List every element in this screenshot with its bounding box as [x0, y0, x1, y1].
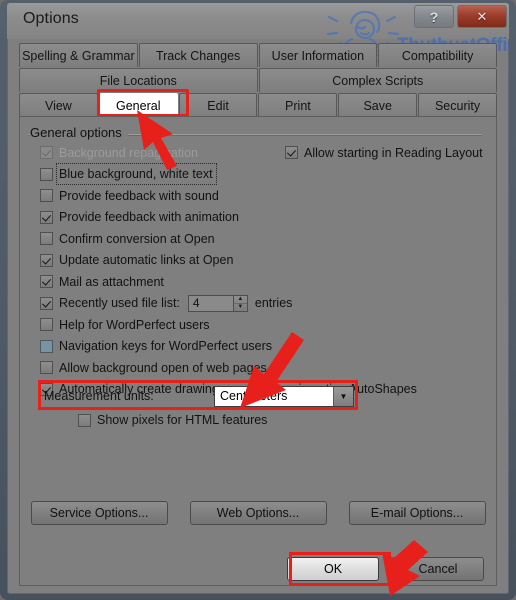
- recent-files-input[interactable]: 4: [187, 294, 234, 312]
- option-feedback-animation[interactable]: Provide feedback with animation: [40, 208, 290, 227]
- options-list: Background repagination Blue background,…: [40, 143, 417, 401]
- checkbox-background-repagination[interactable]: [40, 146, 53, 159]
- option-label: Allow background open of web pages: [59, 360, 267, 375]
- checkbox-confirm-conversion[interactable]: [40, 232, 53, 245]
- cancel-button[interactable]: Cancel: [392, 557, 484, 581]
- tab-complex-scripts[interactable]: Complex Scripts: [258, 68, 497, 92]
- option-feedback-sound[interactable]: Provide feedback with sound: [40, 186, 290, 205]
- service-options-button[interactable]: Service Options...: [30, 501, 168, 525]
- dialog-buttons-row: OK Cancel: [287, 557, 484, 581]
- web-options-button[interactable]: Web Options...: [189, 501, 327, 525]
- entries-label: entries: [254, 296, 293, 310]
- option-label: Update automatic links at Open: [59, 253, 234, 267]
- tab-general[interactable]: General: [98, 93, 178, 117]
- tab-spelling-grammar[interactable]: Spelling & Grammar: [19, 43, 138, 67]
- tab-track-changes[interactable]: Track Changes: [138, 43, 258, 67]
- checkbox-recently-used-files[interactable]: [40, 296, 53, 310]
- tab-row-2: File Locations Complex Scripts: [19, 68, 497, 92]
- tab-edit[interactable]: Edit: [178, 93, 258, 117]
- option-buttons-row: Service Options... Web Options... E-mail…: [20, 501, 496, 525]
- recent-files-control: 4 ▲ ▼ entries: [187, 294, 293, 312]
- option-label: Help for WordPerfect users: [59, 317, 210, 332]
- titlebar: Options ThuthuatOffice: [7, 3, 509, 63]
- tab-user-information[interactable]: User Information: [258, 43, 378, 67]
- chevron-down-icon[interactable]: ▼: [333, 386, 353, 406]
- option-label: Allow starting in Reading Layout: [304, 145, 483, 160]
- checkbox-wordperfect-help[interactable]: [40, 318, 53, 331]
- option-label: Provide feedback with animation: [59, 210, 239, 224]
- options-window: Options ThuthuatOffice: [0, 0, 516, 600]
- option-show-pixels[interactable]: Show pixels for HTML features: [78, 413, 267, 427]
- general-options-panel: General options Background repagination …: [19, 116, 497, 586]
- stepper-down-icon[interactable]: ▼: [234, 304, 247, 311]
- stepper-up-icon[interactable]: ▲: [233, 296, 247, 304]
- tab-row-3: View General Edit Print Save Security: [19, 93, 497, 117]
- option-wordperfect-navigation[interactable]: Navigation keys for WordPerfect users: [40, 337, 290, 356]
- option-label: Provide feedback with sound: [59, 188, 219, 203]
- option-label: Navigation keys for WordPerfect users: [59, 339, 273, 353]
- checkbox-mail-attachment[interactable]: [40, 275, 53, 288]
- focus-outline: [56, 163, 217, 185]
- measurement-units-row: Measurement units: Centimeters ▼: [44, 385, 354, 407]
- option-label: Mail as attachment: [59, 274, 164, 289]
- tab-save[interactable]: Save: [338, 93, 418, 117]
- close-button[interactable]: ✕: [457, 5, 507, 28]
- recent-files-stepper[interactable]: ▲ ▼: [233, 294, 248, 312]
- tab-print[interactable]: Print: [258, 93, 338, 117]
- option-mail-attachment[interactable]: Mail as attachment: [40, 272, 290, 291]
- option-blue-background[interactable]: Blue background, white text: [40, 163, 290, 185]
- tab-compatibility[interactable]: Compatibility: [378, 43, 497, 67]
- option-label: Background repagination: [59, 145, 198, 160]
- checkbox-feedback-animation[interactable]: [40, 210, 53, 224]
- checkbox-background-open-web[interactable]: [40, 361, 53, 374]
- help-button[interactable]: ?: [414, 5, 454, 28]
- group-label: General options: [30, 125, 128, 140]
- window-title: Options: [23, 10, 79, 27]
- ok-button[interactable]: OK: [287, 557, 379, 581]
- option-recently-used-files[interactable]: Recently used file list: 4 ▲ ▼ entries: [40, 294, 293, 313]
- checkbox-reading-layout[interactable]: [285, 146, 298, 159]
- option-label: Confirm conversion at Open: [59, 231, 215, 246]
- option-label: Recently used file list:: [59, 296, 180, 310]
- email-options-button[interactable]: E-mail Options...: [348, 501, 486, 525]
- option-background-repagination[interactable]: Background repagination: [40, 143, 290, 162]
- tab-row-1: Spelling & Grammar Track Changes User In…: [19, 43, 497, 67]
- checkbox-blue-background[interactable]: [40, 167, 53, 181]
- checkbox-show-pixels[interactable]: [78, 413, 91, 427]
- tab-file-locations[interactable]: File Locations: [19, 68, 258, 92]
- option-label: Show pixels for HTML features: [97, 413, 268, 427]
- tab-strip: Spelling & Grammar Track Changes User In…: [19, 43, 497, 117]
- tab-view[interactable]: View: [19, 93, 98, 117]
- option-reading-layout[interactable]: Allow starting in Reading Layout: [285, 143, 509, 162]
- options-right-column: Allow starting in Reading Layout: [285, 143, 509, 165]
- option-update-links[interactable]: Update automatic links at Open: [40, 251, 290, 270]
- checkbox-feedback-sound[interactable]: [40, 189, 53, 202]
- option-background-open-web[interactable]: Allow background open of web pages: [40, 358, 290, 377]
- tab-security[interactable]: Security: [418, 93, 497, 117]
- window-inner: Options ThuthuatOffice: [7, 3, 509, 594]
- measurement-units-value: Centimeters: [220, 389, 288, 403]
- checkbox-wordperfect-navigation[interactable]: [40, 339, 53, 353]
- checkbox-update-links[interactable]: [40, 253, 53, 267]
- option-confirm-conversion[interactable]: Confirm conversion at Open: [40, 229, 290, 248]
- measurement-units-select[interactable]: Centimeters ▼: [214, 385, 354, 407]
- measurement-units-label: Measurement units:: [44, 389, 154, 403]
- option-wordperfect-help[interactable]: Help for WordPerfect users: [40, 315, 290, 334]
